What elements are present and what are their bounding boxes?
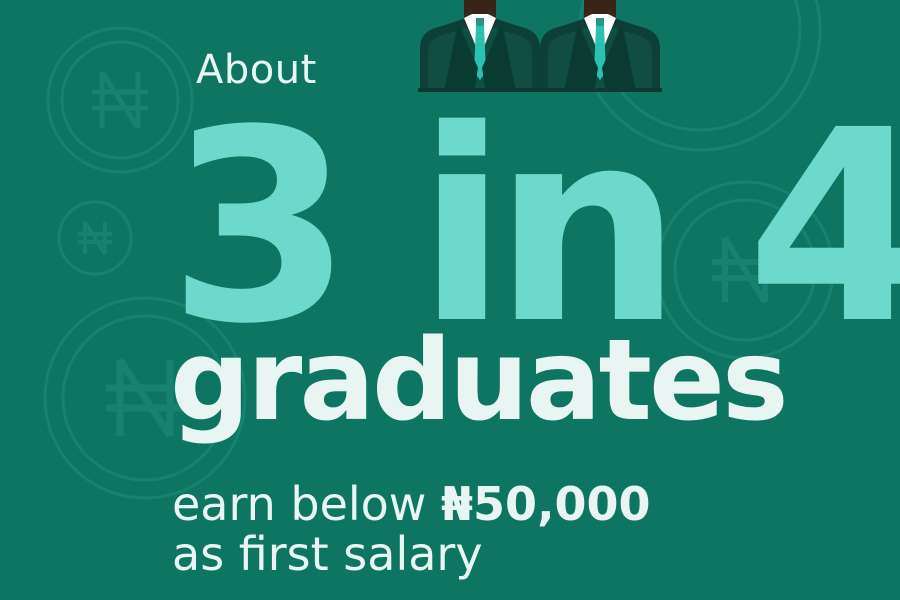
salary-line-1-text: earn below	[172, 477, 427, 531]
salary-statement: earn below ₦50,000 as first salary	[172, 477, 651, 581]
salary-line-2: as first salary	[172, 526, 483, 581]
salary-amount: ₦50,000	[441, 477, 651, 531]
infographic-card: About 3 in 4 graduates earn below ₦50,00…	[0, 0, 900, 600]
headline-subject: graduates	[170, 316, 789, 446]
naira-coin-icon	[57, 200, 133, 276]
salary-line-1: earn below ₦50,000	[172, 477, 651, 531]
